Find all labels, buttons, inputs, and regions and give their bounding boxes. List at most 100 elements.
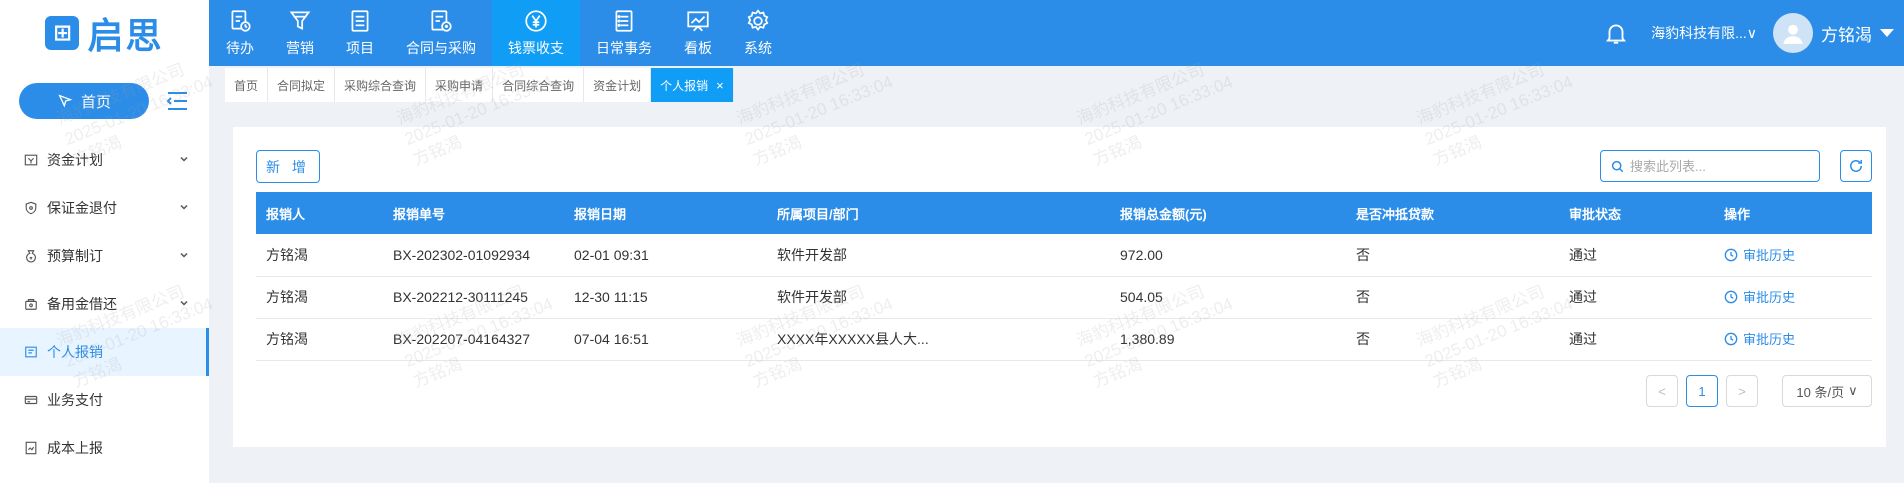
username[interactable]: 方铭渴	[1821, 21, 1872, 46]
cell-status: 通过	[1559, 276, 1714, 319]
chevron-down-icon	[180, 300, 188, 306]
sidebar-item-fund-plan[interactable]: 资金计划	[0, 136, 209, 184]
sidebar-item-label: 业务支付	[47, 392, 103, 408]
action-label: 审批历史	[1743, 248, 1796, 263]
tab-label: 资金计划	[593, 78, 642, 93]
sidebar-item-label: 预算制订	[47, 248, 103, 264]
sidebar-item-deposit-refund[interactable]: 保证金退付	[0, 184, 209, 232]
sidebar-item-label: 个人报销	[47, 344, 103, 360]
close-icon[interactable]: ×	[716, 78, 724, 93]
prev-page-button[interactable]: <	[1646, 375, 1678, 407]
column-header[interactable]: 报销日期	[564, 192, 767, 234]
cell-offset: 否	[1346, 276, 1559, 319]
cell-action: 审批历史	[1714, 318, 1872, 361]
approval-history-link[interactable]: 审批历史	[1724, 287, 1795, 306]
company-selector[interactable]: 海豹科技有限...∨	[1651, 23, 1757, 43]
cell-amount: 504.05	[1110, 276, 1346, 319]
refresh-button[interactable]	[1840, 150, 1872, 182]
search-input[interactable]	[1630, 158, 1810, 174]
menu-fold-icon[interactable]	[165, 90, 189, 112]
contract-icon	[431, 10, 452, 32]
sidebar-item-personal-reimburse[interactable]: 个人报销	[0, 328, 209, 376]
nav-item-finance[interactable]: 钱票收支	[492, 0, 580, 66]
tab-label: 首页	[234, 78, 259, 93]
cell-date: 07-04 16:51	[564, 318, 767, 361]
column-header[interactable]: 报销人	[256, 192, 383, 234]
tab-purchase-query[interactable]: 采购综合查询	[335, 68, 427, 102]
cell-applicant: 方铭渴	[256, 318, 383, 361]
nav-item-system[interactable]: 系统	[728, 0, 788, 66]
sidebar-item-petty-cash[interactable]: 备用金借还	[0, 280, 209, 328]
cell-offset: 否	[1346, 318, 1559, 361]
approval-history-link[interactable]: 审批历史	[1724, 329, 1795, 348]
avatar[interactable]	[1773, 13, 1813, 53]
report-icon	[25, 441, 37, 455]
nav-label: 待办	[226, 40, 254, 56]
tab-personal-reimburse[interactable]: 个人报销 ×	[651, 68, 734, 102]
page-size-select[interactable]: 10 条/页 ∨	[1782, 375, 1872, 407]
next-page-button[interactable]: >	[1726, 375, 1758, 407]
bell-icon[interactable]	[1603, 20, 1629, 46]
column-header[interactable]: 是否冲抵贷款	[1346, 192, 1559, 234]
nav-item-daily[interactable]: 日常事务	[580, 0, 668, 66]
user-area: 海豹科技有限...∨ 方铭渴	[1603, 0, 1904, 66]
fund-icon	[24, 154, 38, 166]
table-row[interactable]: 方铭渴 BX-202212-30111245 12-30 11:15 软件开发部…	[256, 276, 1872, 319]
nav-item-contract[interactable]: 合同与采购	[390, 0, 492, 66]
sidebar-item-cost-report[interactable]: 成本上报	[0, 424, 209, 472]
table-row[interactable]: 方铭渴 BX-202207-04164327 07-04 16:51 XXXX年…	[256, 318, 1872, 361]
add-button[interactable]: 新 增	[256, 150, 320, 183]
table-header-row: 报销人 报销单号 报销日期 所属项目/部门 报销总金额(元) 是否冲抵贷款 审批…	[256, 192, 1872, 234]
list-icon	[615, 10, 633, 32]
chevron-down-icon	[180, 252, 188, 258]
column-header[interactable]: 报销总金额(元)	[1110, 192, 1346, 234]
column-header[interactable]: 所属项目/部门	[767, 192, 1110, 234]
cell-department: XXXX年XXXXX县人大...	[767, 318, 1110, 361]
column-header[interactable]: 报销单号	[383, 192, 564, 234]
cell-status: 通过	[1559, 234, 1714, 277]
sidebar-item-budget[interactable]: 预算制订	[0, 232, 209, 280]
tab-purchase-request[interactable]: 采购申请	[426, 68, 494, 102]
funnel-icon	[289, 11, 311, 30]
page-1-button[interactable]: 1	[1686, 375, 1718, 407]
sidebar-item-business-payment[interactable]: 业务支付	[0, 376, 209, 424]
cell-applicant: 方铭渴	[256, 276, 383, 319]
cell-department: 软件开发部	[767, 234, 1110, 277]
search-box[interactable]	[1600, 150, 1820, 182]
action-label: 审批历史	[1743, 332, 1796, 348]
approval-history-link[interactable]: 审批历史	[1724, 245, 1795, 264]
nav-item-todo[interactable]: 待办	[210, 0, 270, 66]
refresh-icon	[1850, 160, 1862, 172]
logo[interactable]: ⊞ 启思	[0, 0, 209, 66]
nav-label: 营销	[286, 40, 314, 56]
home-label: 首页	[80, 93, 111, 111]
top-bar: ⊞ 启思 待办 营销 项目 合同与采购 钱票收支 日常事务 看板 系统 海豹科技…	[0, 0, 1904, 66]
nav-item-marketing[interactable]: 营销	[270, 0, 330, 66]
cell-date: 02-01 09:31	[564, 234, 767, 277]
tab-contract-query[interactable]: 合同综合查询	[493, 68, 585, 102]
tab-contract-draft[interactable]: 合同拟定	[268, 68, 336, 102]
cell-applicant: 方铭渴	[256, 234, 383, 277]
tab-label: 采购申请	[435, 78, 484, 93]
tab-home[interactable]: 首页	[225, 68, 269, 102]
chevron-down-icon	[180, 204, 188, 210]
column-header[interactable]: 审批状态	[1559, 192, 1714, 234]
home-button[interactable]: 首页	[19, 83, 149, 119]
caret-down-icon[interactable]	[1880, 29, 1894, 37]
budget-icon	[26, 250, 36, 263]
chevron-down-icon	[180, 156, 188, 162]
nav-item-project[interactable]: 项目	[330, 0, 390, 66]
nav-label: 看板	[684, 40, 712, 56]
sidebar-item-label: 保证金退付	[47, 200, 117, 216]
payment-icon	[24, 395, 38, 405]
table-row[interactable]: 方铭渴 BX-202302-01092934 02-01 09:31 软件开发部…	[256, 234, 1872, 277]
nav-item-board[interactable]: 看板	[668, 0, 728, 66]
cell-number: BX-202302-01092934	[383, 234, 564, 277]
sidebar-item-label: 成本上报	[47, 440, 103, 456]
cell-action: 审批历史	[1714, 276, 1872, 319]
page-size-label: 10 条/页	[1796, 384, 1845, 400]
cell-offset: 否	[1346, 234, 1559, 277]
tab-label: 个人报销	[660, 78, 709, 93]
tab-fund-plan[interactable]: 资金计划	[584, 68, 652, 102]
nav-label: 系统	[744, 40, 772, 56]
